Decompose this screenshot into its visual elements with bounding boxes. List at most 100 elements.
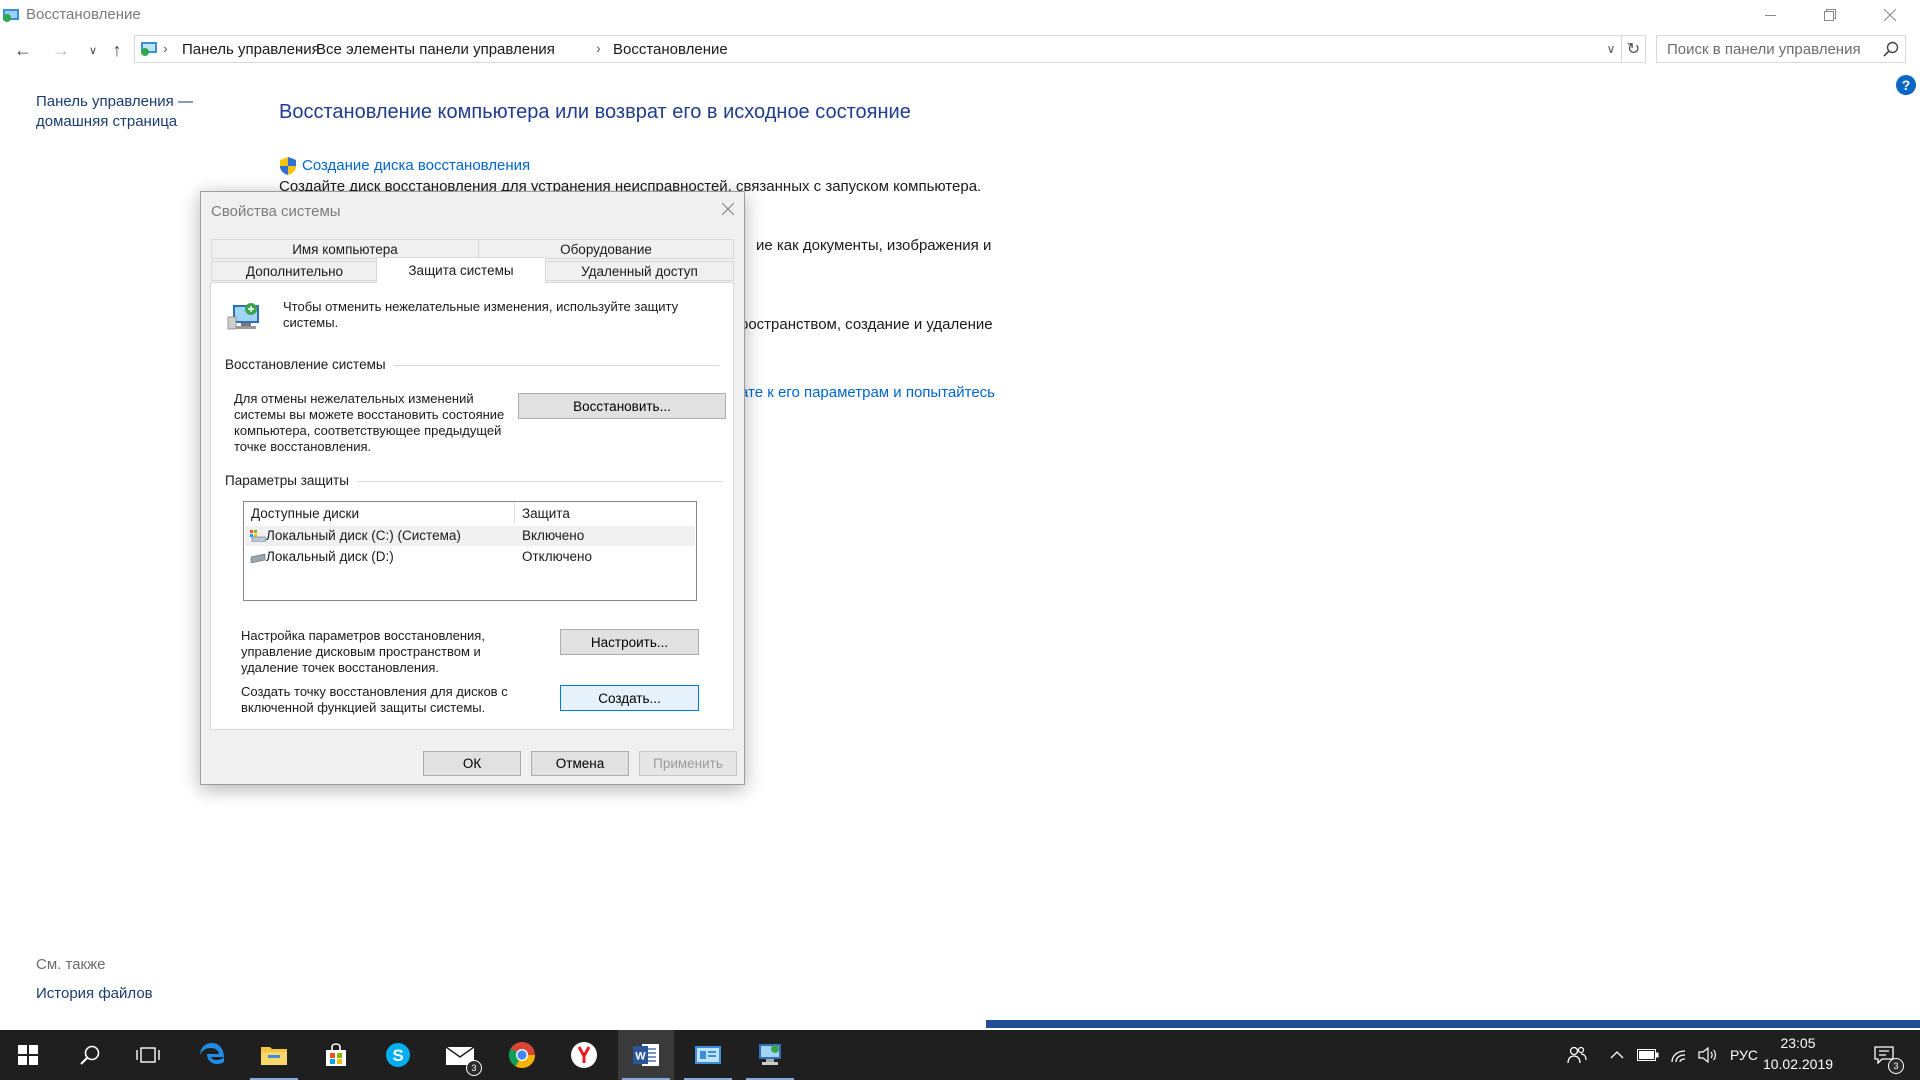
- list-item[interactable]: Локальный диск (D:) Отключено: [245, 547, 695, 567]
- taskbar: S 3 W РУС 3: [0, 1030, 1920, 1080]
- tab-system-protection[interactable]: Защита системы: [376, 257, 546, 283]
- intro-text: Чтобы отменить нежелательные изменения, …: [283, 299, 679, 330]
- breadcrumb-separator-icon: ›: [163, 40, 168, 56]
- drive-name: Локальный диск (D:): [266, 549, 394, 564]
- uac-shield-icon: [280, 157, 296, 175]
- dialog-close-button[interactable]: [721, 199, 735, 220]
- taskbar-file-explorer[interactable]: [246, 1030, 302, 1080]
- recovery-app-icon: [3, 9, 19, 22]
- address-bar[interactable]: › Панель управления › Все элементы панел…: [134, 35, 1622, 63]
- list-item[interactable]: Локальный диск (C:) (Система) Включено: [245, 526, 695, 546]
- close-icon: [721, 202, 735, 216]
- restore-button[interactable]: [1800, 0, 1860, 30]
- configure-description: Настройка параметров восстановления, упр…: [241, 628, 485, 675]
- control-panel-home-link[interactable]: Панель управления — домашняя страница: [36, 92, 216, 132]
- recent-locations-button[interactable]: ∨: [80, 39, 106, 61]
- drive-status: Включено: [522, 528, 585, 543]
- file-explorer-icon: [261, 1047, 287, 1065]
- window-title: Восстановление: [26, 6, 141, 23]
- drive-status: Отключено: [522, 549, 592, 564]
- tab-computer-name[interactable]: Имя компьютера: [211, 239, 479, 259]
- cancel-button[interactable]: Отмена: [531, 751, 629, 776]
- drives-list[interactable]: Доступные диски Защита Локальный диск (C…: [243, 501, 697, 601]
- address-dropdown-button[interactable]: ∨: [1600, 36, 1622, 62]
- svg-text:S: S: [392, 1046, 403, 1065]
- taskbar-search-button[interactable]: [62, 1030, 118, 1080]
- taskbar-store[interactable]: [308, 1030, 364, 1080]
- notification-badge: 3: [1888, 1058, 1904, 1074]
- create-recovery-disk-link[interactable]: Создание диска восстановления: [302, 157, 530, 174]
- up-arrow-icon: ↑: [112, 39, 122, 60]
- tab-remote[interactable]: Удаленный доступ: [545, 261, 734, 281]
- clock-date: 10.02.2019: [1762, 1056, 1834, 1072]
- restore-group-label: Восстановление системы: [225, 357, 394, 372]
- forward-arrow-icon: →: [52, 39, 70, 60]
- word-icon: W: [633, 1044, 659, 1066]
- windows-start-icon: [18, 1045, 38, 1065]
- close-button[interactable]: [1860, 0, 1920, 30]
- drive-name: Локальный диск (C:) (Система): [266, 528, 461, 543]
- help-icon[interactable]: ?: [1896, 75, 1916, 95]
- network-button[interactable]: [1664, 1030, 1692, 1080]
- page-title: Восстановление компьютера или возврат ег…: [279, 101, 911, 123]
- restore-icon: [1824, 9, 1836, 21]
- main-text-fragment: оостранством, создание и удаление: [740, 316, 993, 333]
- wifi-icon: [1670, 1048, 1686, 1063]
- task-view-button[interactable]: [120, 1030, 176, 1080]
- refresh-icon: ↻: [1626, 41, 1641, 58]
- action-center-button[interactable]: 3: [1864, 1030, 1904, 1080]
- forward-button[interactable]: →: [48, 39, 74, 61]
- taskbar-system-properties[interactable]: [742, 1030, 798, 1080]
- up-button[interactable]: ↑: [104, 39, 130, 61]
- store-icon: [326, 1043, 346, 1066]
- list-header-drives[interactable]: Доступные диски: [251, 506, 359, 521]
- create-restore-point-button[interactable]: Создать...: [560, 685, 699, 711]
- search-input[interactable]: Поиск в панели управления: [1667, 41, 1861, 58]
- see-also-heading: См. также: [36, 956, 106, 973]
- restore-button[interactable]: Восстановить...: [518, 393, 726, 419]
- tab-hardware[interactable]: Оборудование: [478, 239, 734, 259]
- refresh-button[interactable]: ↻: [1622, 35, 1646, 63]
- control-panel-icon: [141, 42, 157, 56]
- list-header-protection[interactable]: Защита: [522, 506, 570, 521]
- file-history-link[interactable]: История файлов: [36, 985, 153, 1002]
- control-panel-icon: [695, 1046, 721, 1064]
- taskbar-mail[interactable]: 3: [432, 1030, 488, 1080]
- taskbar-skype[interactable]: S: [370, 1030, 426, 1080]
- taskbar-clock[interactable]: 23:05 10.02.2019: [1758, 1033, 1838, 1075]
- restore-description: Для отмены нежелательных изменений систе…: [234, 391, 505, 454]
- speaker-icon: [1698, 1047, 1716, 1063]
- apply-button[interactable]: Применить: [639, 751, 737, 776]
- configure-button[interactable]: Настроить...: [560, 629, 699, 655]
- main-link-fragment[interactable]: ате к его параметрам и попытайтесь: [740, 384, 995, 401]
- taskbar-control-panel[interactable]: [680, 1030, 736, 1080]
- search-box[interactable]: Поиск в панели управления: [1656, 35, 1906, 63]
- breadcrumb-all-items[interactable]: Все элементы панели управления: [316, 41, 555, 58]
- start-button[interactable]: [0, 1030, 56, 1080]
- system-protection-icon: [227, 303, 259, 330]
- ok-button[interactable]: ОК: [423, 751, 521, 776]
- battery-icon: [1637, 1049, 1659, 1061]
- battery-button[interactable]: [1634, 1030, 1662, 1080]
- people-button[interactable]: [1560, 1030, 1594, 1080]
- system-protection-panel: Чтобы отменить нежелательные изменения, …: [210, 282, 734, 730]
- close-icon: [1884, 9, 1896, 21]
- taskbar-yandex-browser[interactable]: [556, 1030, 612, 1080]
- taskbar-word[interactable]: W: [618, 1030, 674, 1080]
- breadcrumb-separator-icon: ›: [596, 40, 601, 56]
- back-button[interactable]: ←: [10, 39, 36, 61]
- minimize-button[interactable]: [1740, 0, 1800, 30]
- show-hidden-icons-button[interactable]: [1604, 1030, 1630, 1080]
- tab-advanced[interactable]: Дополнительно: [211, 261, 378, 281]
- search-icon: [80, 1045, 100, 1065]
- skype-icon: S: [386, 1043, 410, 1067]
- breadcrumb-recovery[interactable]: Восстановление: [613, 41, 728, 58]
- yandex-browser-icon: [571, 1042, 597, 1068]
- protection-group-label: Параметры защиты: [225, 473, 357, 488]
- taskbar-chrome[interactable]: [494, 1030, 550, 1080]
- main-text-fragment: ие как документы, изображения и: [756, 237, 992, 254]
- volume-button[interactable]: [1694, 1030, 1722, 1080]
- chrome-icon: [508, 1042, 536, 1069]
- window-titlebar: Восстановление: [0, 0, 1920, 30]
- taskbar-edge[interactable]: [184, 1030, 240, 1080]
